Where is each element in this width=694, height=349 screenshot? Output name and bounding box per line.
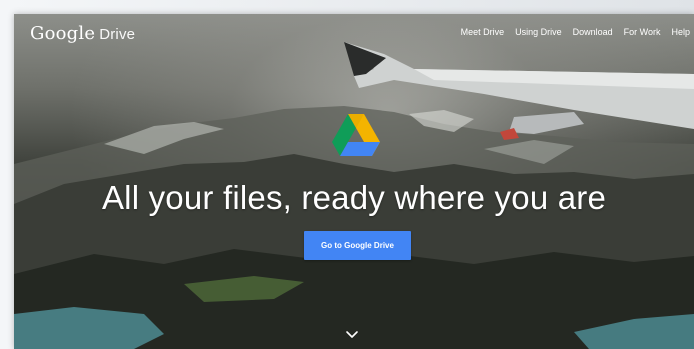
nav-for-work-link[interactable]: For Work (624, 27, 661, 37)
hero-headline: All your files, ready where you are (101, 179, 607, 216)
nav-menu: Meet Drive Using Drive Download For Work… (461, 27, 690, 37)
nav-help-link[interactable]: Help (671, 27, 690, 37)
google-drive-logo-icon (332, 114, 380, 156)
go-to-google-drive-button[interactable]: Go to Google Drive (304, 231, 411, 260)
nav-download-link[interactable]: Download (573, 27, 613, 37)
google-drive-brand[interactable]: Google Drive (30, 23, 135, 44)
nav-meet-drive-link[interactable]: Meet Drive (461, 27, 505, 37)
chevron-down-icon[interactable] (345, 330, 359, 340)
nav-using-drive-link[interactable]: Using Drive (515, 27, 562, 37)
brand-drive-wordmark: Drive (99, 26, 136, 43)
hero-section: Google Drive Meet Drive Using Drive Downl… (14, 14, 694, 349)
brand-google-wordmark: Google (30, 23, 96, 44)
top-navigation: Google Drive Meet Drive Using Drive Downl… (14, 14, 694, 54)
